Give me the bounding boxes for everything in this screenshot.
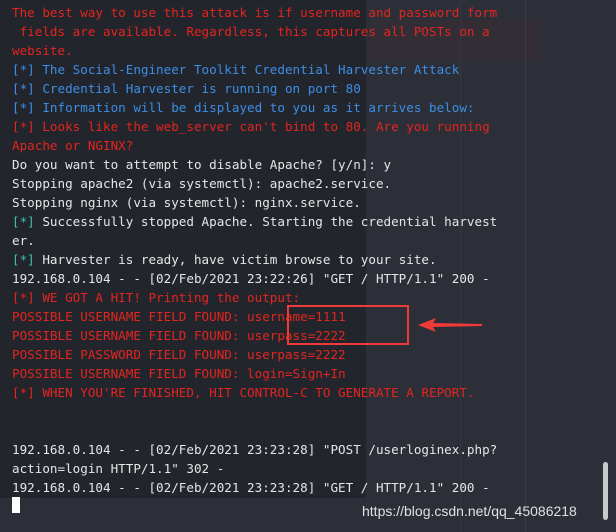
- terminal-text: Do you want to attempt to disable Apache…: [12, 157, 392, 172]
- terminal-text: 192.168.0.104 - - [02/Feb/2021 23:23:28]…: [12, 480, 490, 495]
- terminal-text: action=login HTTP/1.1" 302 -: [12, 461, 225, 476]
- terminal-text: fields are available. Regardless, this c…: [12, 24, 490, 39]
- terminal-text: 192.168.0.104 - - [02/Feb/2021 23:23:28]…: [12, 442, 498, 457]
- terminal-line: Do you want to attempt to disable Apache…: [12, 155, 616, 174]
- terminal-cursor: [12, 497, 20, 513]
- terminal-text: [*] Credential Harvester is running on p…: [12, 81, 361, 96]
- terminal-text: Stopping apache2 (via systemctl): apache…: [12, 176, 392, 191]
- terminal-text: er.: [12, 233, 35, 248]
- terminal-line: Apache or NGINX?: [12, 136, 616, 155]
- terminal-line: [*] Information will be displayed to you…: [12, 98, 616, 117]
- terminal-text: The best way to use this attack is if us…: [12, 5, 498, 20]
- terminal-line: [*] Successfully stopped Apache. Startin…: [12, 212, 616, 231]
- terminal-line: POSSIBLE PASSWORD FIELD FOUND: userpass=…: [12, 345, 616, 364]
- terminal-text: 192.168.0.104 - - [02/Feb/2021 23:22:26]…: [12, 271, 490, 286]
- terminal-line: [*] Looks like the web_server can't bind…: [12, 117, 616, 136]
- terminal-text: [*]: [12, 252, 35, 267]
- terminal-text: Apache or NGINX?: [12, 138, 134, 153]
- terminal-text: [*] Information will be displayed to you…: [12, 100, 475, 115]
- terminal-line: action=login HTTP/1.1" 302 -: [12, 459, 616, 478]
- terminal-text: [*] WHEN YOU'RE FINISHED, HIT CONTROL-C …: [12, 385, 475, 400]
- terminal-text: Successfully stopped Apache. Starting th…: [34, 214, 498, 229]
- terminal-text: website.: [12, 43, 73, 58]
- terminal-text: Harvester is ready, have victim browse t…: [34, 252, 437, 267]
- terminal-line: The best way to use this attack is if us…: [12, 3, 616, 22]
- terminal-line: Stopping apache2 (via systemctl): apache…: [12, 174, 616, 193]
- terminal-text: [*] Looks like the web_server can't bind…: [12, 119, 490, 134]
- terminal-line: website.: [12, 41, 616, 60]
- terminal-text: [*]: [12, 214, 35, 229]
- terminal-line: 192.168.0.104 - - [02/Feb/2021 23:22:26]…: [12, 269, 616, 288]
- terminal-line: POSSIBLE USERNAME FIELD FOUND: login=Sig…: [12, 364, 616, 383]
- terminal-line: [*] Credential Harvester is running on p…: [12, 79, 616, 98]
- terminal-text: POSSIBLE USERNAME FIELD FOUND: login=Sig…: [12, 366, 346, 381]
- terminal-line: fields are available. Regardless, this c…: [12, 22, 616, 41]
- terminal-line: 192.168.0.104 - - [02/Feb/2021 23:23:28]…: [12, 478, 616, 497]
- terminal-line: [*] Harvester is ready, have victim brow…: [12, 250, 616, 269]
- terminal-line: er.: [12, 231, 616, 250]
- arrow-left-icon: [418, 318, 482, 332]
- credential-highlight-box: [287, 305, 409, 345]
- terminal-output: The best way to use this attack is if us…: [12, 3, 616, 497]
- terminal-text: POSSIBLE PASSWORD FIELD FOUND: userpass=…: [12, 347, 346, 362]
- terminal-line: 192.168.0.104 - - [02/Feb/2021 23:23:28]…: [12, 440, 616, 459]
- scrollbar[interactable]: [603, 462, 608, 520]
- terminal-line: [*] WHEN YOU'RE FINISHED, HIT CONTROL-C …: [12, 383, 616, 402]
- terminal-line: Stopping nginx (via systemctl): nginx.se…: [12, 193, 616, 212]
- terminal-line: [*] The Social-Engineer Toolkit Credenti…: [12, 60, 616, 79]
- watermark: https://blog.csdn.net/qq_45086218: [362, 503, 577, 519]
- terminal-text: Stopping nginx (via systemctl): nginx.se…: [12, 195, 361, 210]
- terminal-text: [*] The Social-Engineer Toolkit Credenti…: [12, 62, 460, 77]
- terminal-text: [*] WE GOT A HIT! Printing the output:: [12, 290, 301, 305]
